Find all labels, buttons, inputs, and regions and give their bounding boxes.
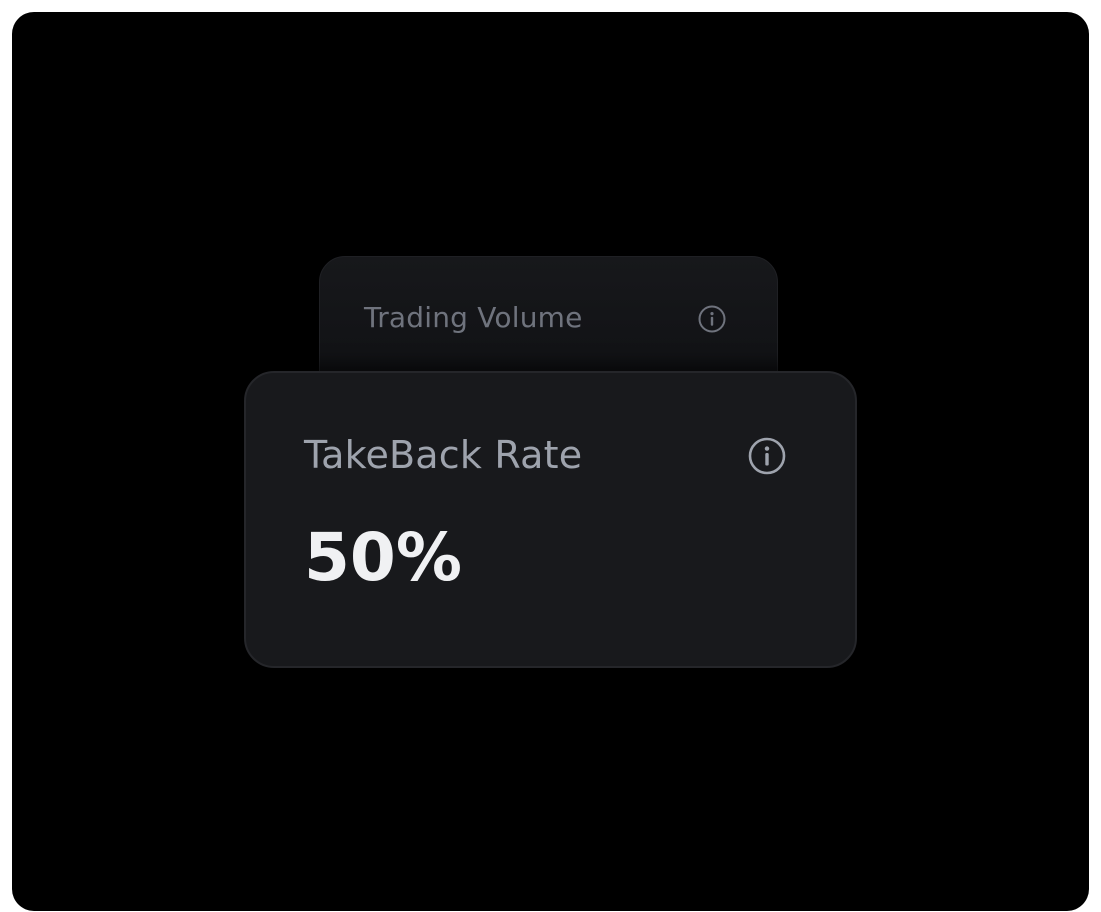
takeback-rate-value: 50% — [304, 519, 462, 596]
takeback-rate-title: TakeBack Rate — [304, 433, 583, 477]
takeback-rate-card[interactable]: TakeBack Rate 50% — [244, 371, 857, 668]
info-icon[interactable] — [748, 437, 786, 475]
trading-volume-title: Trading Volume — [364, 301, 583, 334]
info-icon[interactable] — [698, 305, 726, 333]
app-frame: Trading Volume TakeBack Rate 50% — [12, 12, 1089, 911]
